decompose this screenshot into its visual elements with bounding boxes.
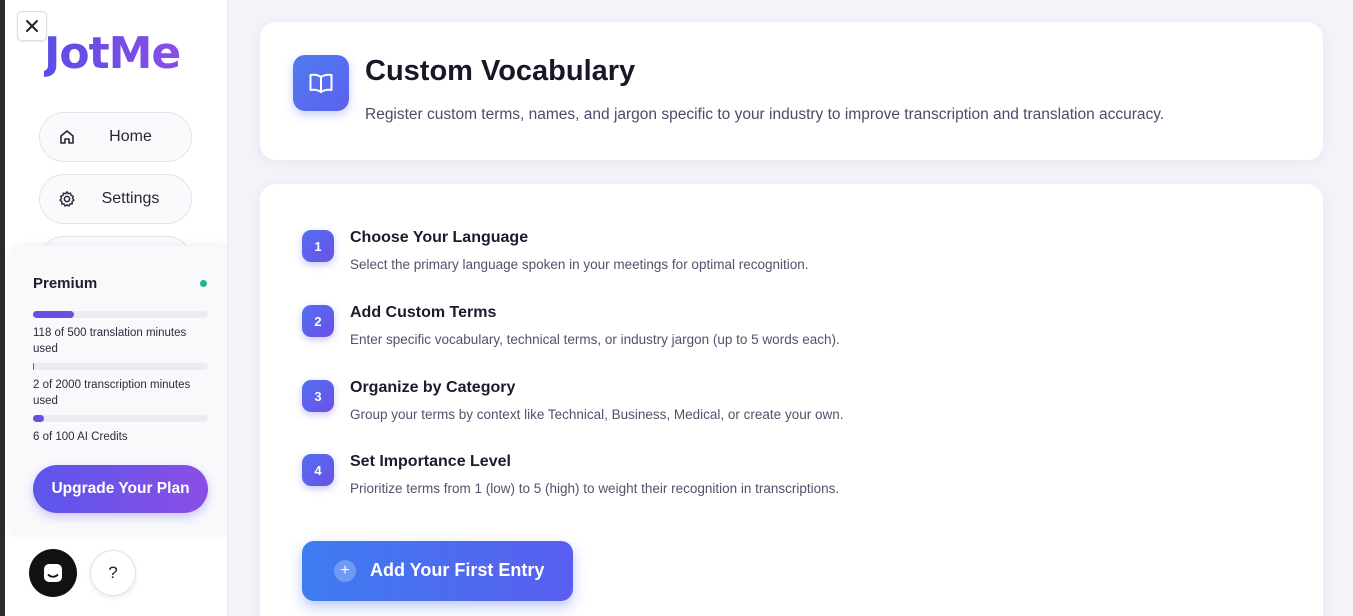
nav-item-label: Settings	[101, 190, 160, 207]
step-number-badge: 1	[302, 230, 334, 262]
nav-item-home[interactable]: Home	[39, 112, 192, 162]
credits-usage-text: 6 of 100 AI Credits	[33, 431, 128, 443]
app-logo: JotMe	[44, 28, 181, 79]
help-button[interactable]: ?	[90, 550, 136, 596]
step-item: 3 Organize by Category Group your terms …	[302, 334, 1202, 422]
sidebar: JotMe Home Settings Premium 118 of 500 t…	[5, 0, 228, 616]
plus-icon: +	[334, 560, 356, 582]
page-title: Custom Vocabulary	[365, 55, 636, 87]
transcription-progress-bar	[33, 363, 208, 370]
close-sidebar-button[interactable]	[17, 11, 47, 41]
credits-progress-bar	[33, 415, 208, 422]
step-number-badge: 2	[302, 305, 334, 337]
add-entry-label: Add Your First Entry	[370, 560, 545, 580]
nav-item-label: Home	[109, 128, 152, 145]
usage-card: Premium 118 of 500 translation minutes u…	[10, 246, 227, 536]
step-title: Choose Your Language	[350, 229, 529, 246]
step-title: Add Custom Terms	[350, 304, 497, 321]
book-icon	[309, 73, 333, 93]
transcription-usage-text: 2 of 2000 transcription minutes used	[33, 379, 191, 407]
book-icon-tile	[293, 55, 349, 111]
page-header-card: Custom Vocabulary Register custom terms,…	[260, 22, 1323, 160]
credits-progress-fill	[33, 415, 44, 422]
step-item: 2 Add Custom Terms Enter specific vocabu…	[302, 259, 1202, 347]
status-indicator	[200, 280, 207, 287]
step-title: Set Importance Level	[350, 453, 511, 470]
translation-progress-bar	[33, 311, 208, 318]
nav-item-settings[interactable]: Settings	[39, 174, 192, 224]
add-first-entry-button[interactable]: + Add Your First Entry	[302, 541, 573, 601]
step-number-badge: 4	[302, 454, 334, 486]
chat-support-button[interactable]	[29, 549, 77, 597]
translation-usage-text: 118 of 500 translation minutes used	[33, 327, 187, 355]
chat-icon	[44, 564, 62, 582]
page-subtitle: Register custom terms, names, and jargon…	[365, 106, 1165, 123]
step-description: Prioritize terms from 1 (low) to 5 (high…	[350, 481, 840, 496]
step-item: 4 Set Importance Level Prioritize terms …	[302, 408, 1202, 496]
upgrade-plan-button[interactable]: Upgrade Your Plan	[33, 465, 208, 513]
steps-card: 1 Choose Your Language Select the primar…	[260, 184, 1323, 616]
plan-name: Premium	[33, 275, 98, 292]
step-item: 1 Choose Your Language Select the primar…	[302, 184, 1202, 272]
close-icon	[26, 20, 38, 32]
translation-progress-fill	[33, 311, 75, 318]
step-title: Organize by Category	[350, 379, 516, 396]
